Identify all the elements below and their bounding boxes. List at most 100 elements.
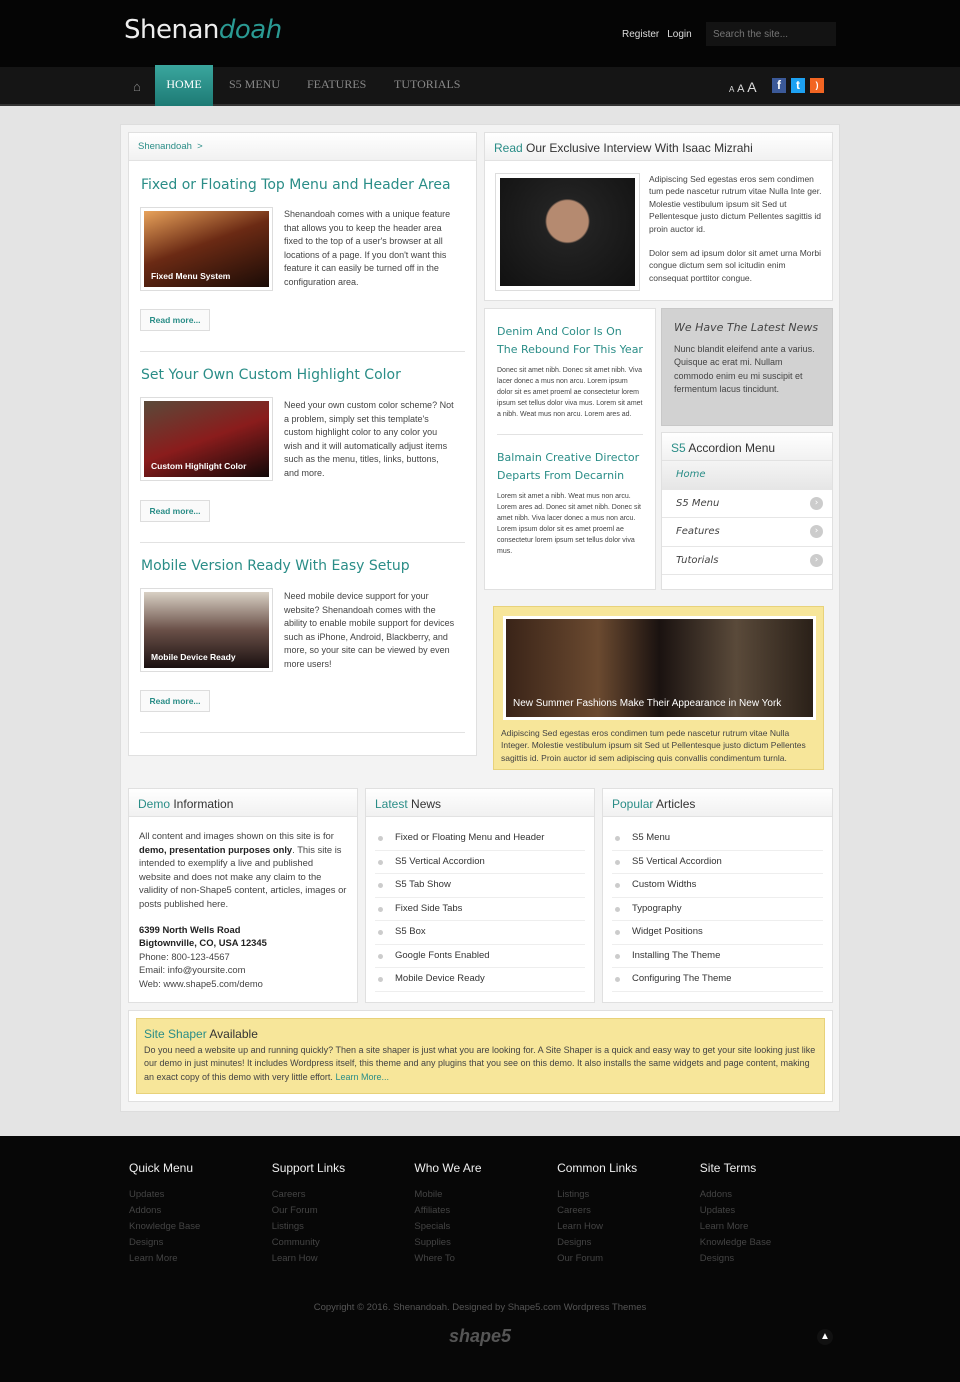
site-logo[interactable]: Shenandoah — [124, 15, 282, 45]
footer-link[interactable]: Mobile — [414, 1187, 481, 1203]
footer-link[interactable]: Knowledge Base — [129, 1219, 200, 1235]
nav-tutorials[interactable]: TUTORIALS — [394, 77, 460, 92]
list-item[interactable]: Mobile Device Ready — [375, 968, 585, 992]
accordion-item-features[interactable]: Features › — [662, 518, 832, 547]
footer-column-title: Quick Menu — [129, 1161, 194, 1175]
box-title: Demo Information — [129, 789, 357, 817]
chevron-right-icon: › — [810, 496, 823, 510]
footer-link[interactable]: Our Forum — [557, 1251, 637, 1267]
text-medium-button[interactable]: A — [737, 83, 744, 95]
search-input[interactable] — [706, 22, 836, 46]
footer-link[interactable]: Careers — [557, 1203, 637, 1219]
footer-column-title: Support Links — [271, 1161, 346, 1175]
login-link[interactable]: Login — [667, 29, 691, 40]
main-content: Shenandoah > Fixed or Floating Top Menu … — [128, 132, 477, 756]
footer-link[interactable]: Listings — [557, 1187, 637, 1203]
phone: Phone: 800-123-4567 — [139, 950, 230, 962]
footer-link[interactable]: Careers — [272, 1187, 345, 1203]
list-item[interactable]: S5 Tab Show — [375, 874, 585, 898]
divider — [140, 351, 465, 352]
accordion-item-tutorials[interactable]: Tutorials › — [662, 547, 832, 575]
nav-home[interactable]: HOME — [155, 65, 213, 106]
footer-link[interactable]: Learn More — [129, 1251, 200, 1267]
list-item[interactable]: Configuring The Theme — [612, 968, 823, 992]
article-title[interactable]: Set Your Own Custom Highlight Color — [141, 367, 401, 383]
text-small-button[interactable]: A — [729, 85, 734, 94]
news-title[interactable]: Balmain Creative Director Departs From D… — [497, 449, 643, 485]
list-item[interactable]: Typography — [612, 898, 823, 921]
list-item[interactable]: S5 Menu — [612, 827, 823, 851]
list-item[interactable]: Widget Positions — [612, 921, 823, 945]
header: Shenandoah Register Login — [0, 0, 960, 67]
title-accent: Demo — [138, 797, 171, 811]
article-title[interactable]: Mobile Version Ready With Easy Setup — [141, 558, 410, 574]
list-item[interactable]: Custom Widths — [612, 874, 823, 898]
text-large-button[interactable]: A — [747, 79, 756, 95]
article-title[interactable]: Fixed or Floating Top Menu and Header Ar… — [141, 177, 451, 193]
paragraph: All content and images shown on this sit… — [139, 829, 347, 911]
article-text: Shenandoah comes with a unique feature t… — [284, 209, 451, 287]
footer-link[interactable]: Our Forum — [272, 1203, 345, 1219]
home-icon[interactable]: ⌂ — [133, 79, 141, 94]
news-title[interactable]: Denim And Color Is On The Rebound For Th… — [497, 323, 643, 359]
footer-link[interactable]: Addons — [700, 1187, 771, 1203]
footer-link[interactable]: Designs — [129, 1235, 200, 1251]
title-accent: Popular — [612, 797, 654, 811]
learn-more-link[interactable]: Learn More... — [335, 1072, 389, 1082]
list-item[interactable]: Fixed or Floating Menu and Header — [375, 827, 585, 851]
list-item[interactable]: Fixed Side Tabs — [375, 898, 585, 921]
footer-link[interactable]: Addons — [129, 1203, 200, 1219]
footer-link[interactable]: Supplies — [414, 1235, 481, 1251]
title-accent: Read — [494, 141, 523, 155]
list-item[interactable]: S5 Vertical Accordion — [375, 851, 585, 874]
footer-link[interactable]: Listings — [272, 1219, 345, 1235]
address-line: 6399 North Wells Road — [139, 923, 241, 935]
feature-image[interactable]: New Summer Fashions Make Their Appearanc… — [503, 616, 816, 720]
read-more-button[interactable]: Read more... — [140, 309, 210, 331]
text-size-controls: A A A — [729, 79, 757, 95]
footer-link[interactable]: Affiliates — [414, 1203, 481, 1219]
article-image[interactable]: Fixed Menu System — [140, 207, 273, 291]
footer-link[interactable]: Community — [272, 1235, 345, 1251]
scroll-to-top-icon[interactable]: ▲ — [817, 1329, 833, 1345]
read-more-button[interactable]: Read more... — [140, 500, 210, 522]
accordion-item-s5-menu[interactable]: S5 Menu › — [662, 490, 832, 518]
footer-link[interactable]: Designs — [700, 1251, 771, 1267]
footer-column-title: Who We Are — [414, 1161, 482, 1175]
accordion-item-home[interactable]: Home — [662, 461, 832, 490]
accordion-label: S5 Menu — [676, 497, 720, 509]
twitter-icon[interactable]: t — [791, 78, 805, 93]
list-item[interactable]: Installing The Theme — [612, 945, 823, 968]
footer-link[interactable]: Updates — [700, 1203, 771, 1219]
title-accent: S5 — [671, 441, 686, 455]
footer-link[interactable]: Where To — [414, 1251, 481, 1267]
register-link[interactable]: Register — [622, 29, 659, 40]
footer-link[interactable]: Learn How — [557, 1219, 637, 1235]
article-image[interactable]: Mobile Device Ready — [140, 588, 273, 672]
shape5-logo[interactable]: shape5 — [0, 1326, 960, 1347]
email[interactable]: Email: info@yoursite.com — [139, 963, 347, 977]
logo-accent: doah — [218, 15, 282, 45]
footer-link[interactable]: Designs — [557, 1235, 637, 1251]
article-image[interactable]: Custom Highlight Color — [140, 397, 273, 481]
footer-link[interactable]: Learn How — [272, 1251, 345, 1267]
site-shaper-text: Do you need a website up and running qui… — [144, 1044, 817, 1084]
list-item[interactable]: S5 Box — [375, 921, 585, 945]
read-more-button[interactable]: Read more... — [140, 690, 210, 712]
footer-column-title: Site Terms — [699, 1161, 757, 1175]
footer-link[interactable]: Specials — [414, 1219, 481, 1235]
facebook-icon[interactable]: f — [772, 78, 786, 93]
footer-column: Site Terms Addons Updates Learn More Knowled… — [700, 1161, 771, 1267]
breadcrumb-home[interactable]: Shenandoah — [138, 141, 192, 152]
website[interactable]: Web: www.shape5.com/demo — [139, 977, 347, 991]
footer-link[interactable]: Updates — [129, 1187, 200, 1203]
accordion-label: Home — [676, 469, 706, 480]
list-item[interactable]: S5 Vertical Accordion — [612, 851, 823, 874]
footer-link[interactable]: Knowledge Base — [700, 1235, 771, 1251]
list-item[interactable]: Google Fonts Enabled — [375, 945, 585, 968]
nav-s5-menu[interactable]: S5 MENU — [229, 77, 280, 92]
nav-features[interactable]: FEATURES — [307, 77, 366, 92]
rss-icon[interactable]: ) — [810, 78, 824, 93]
interview-text: Adipiscing Sed egestas eros sem condimen… — [649, 173, 825, 284]
footer-link[interactable]: Learn More — [700, 1219, 771, 1235]
